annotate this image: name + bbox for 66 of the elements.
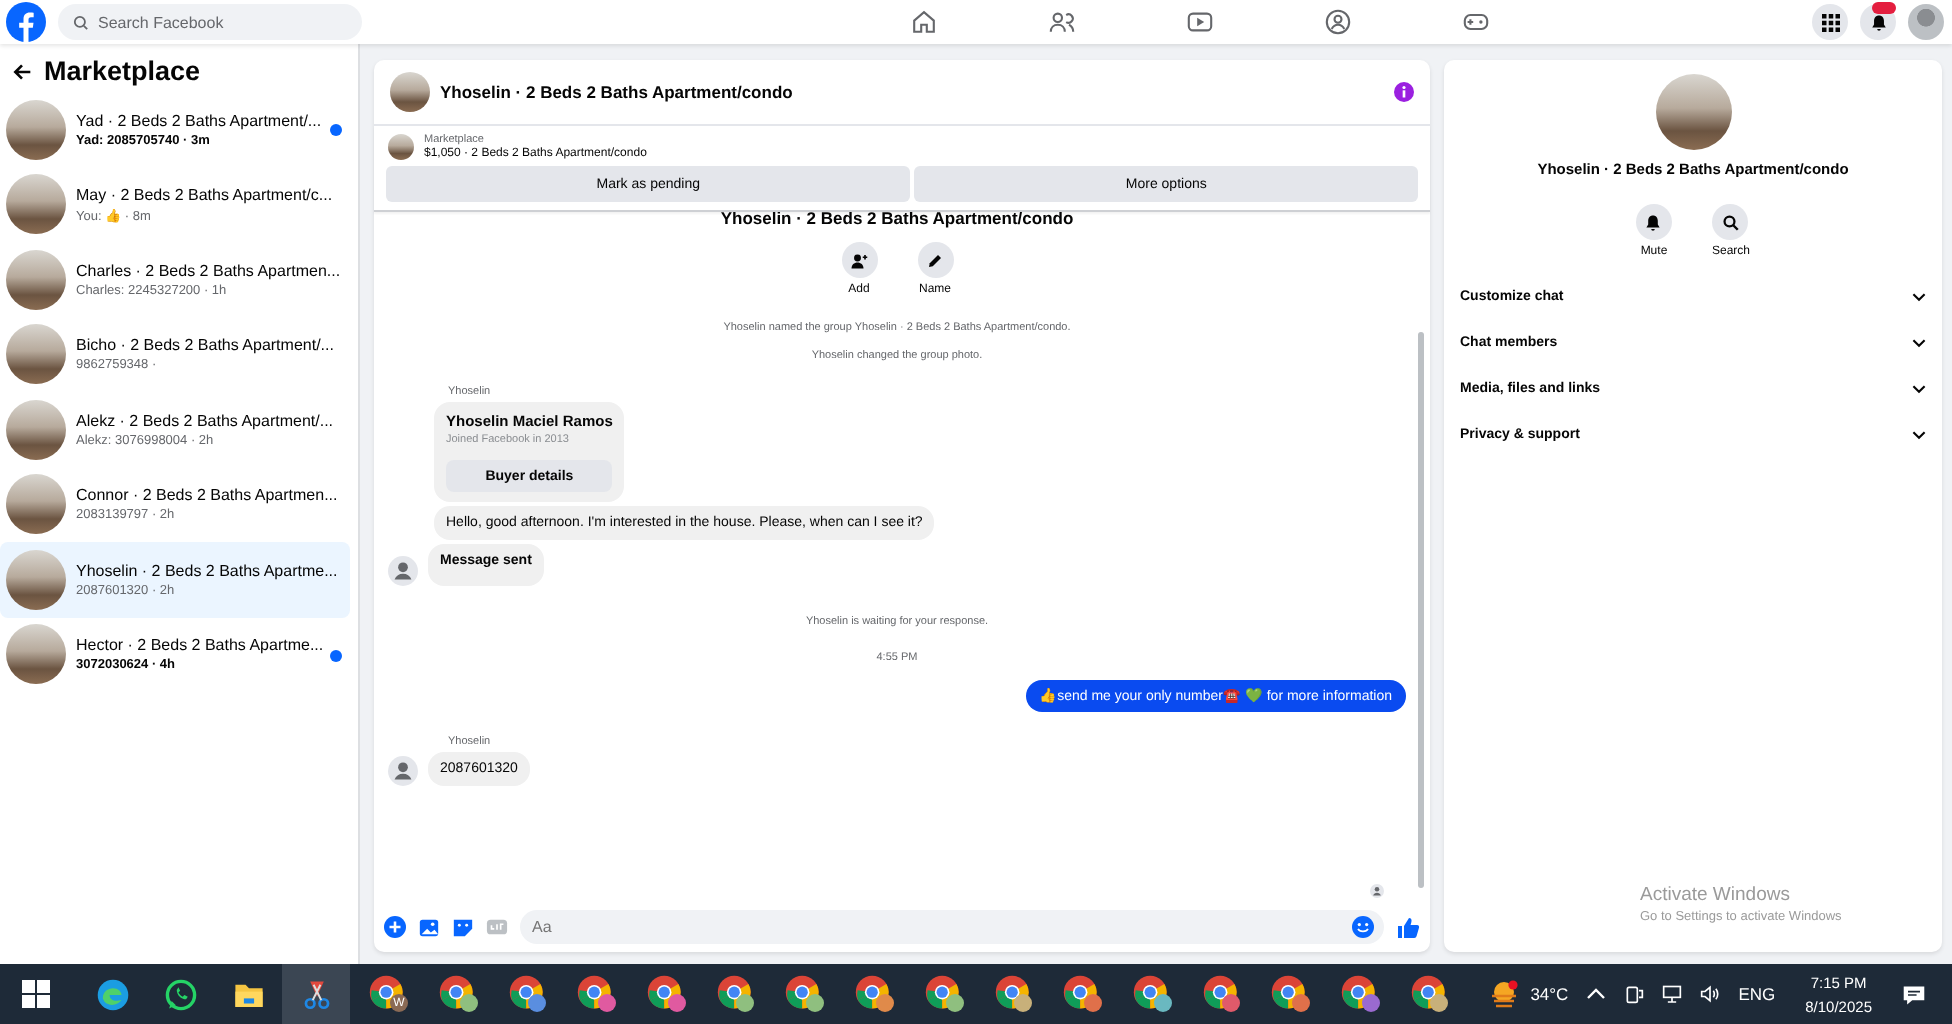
conversation-title: Hector · 2 Beds 2 Baths Apartme... — [76, 636, 324, 655]
weather-icon[interactable] — [1488, 980, 1521, 1008]
bell-icon — [1644, 213, 1663, 231]
search-icon — [72, 13, 90, 31]
profile-avatar[interactable] — [1908, 4, 1944, 40]
image-icon[interactable] — [418, 916, 440, 938]
photo-placeholder — [390, 72, 430, 112]
tablet-icon[interactable] — [1624, 984, 1645, 1004]
edge-browser-icon[interactable] — [95, 977, 129, 1011]
facebook-logo-icon[interactable] — [6, 2, 46, 42]
notification-center-icon[interactable] — [1902, 983, 1926, 1005]
chat-title: Yhoselin · 2 Beds 2 Baths Apartment/condo — [440, 82, 795, 102]
conversation-title: Charles · 2 Beds 2 Baths Apartmen... — [76, 261, 341, 280]
emoji-icon[interactable] — [1352, 916, 1374, 938]
search-button[interactable] — [1712, 204, 1749, 240]
language-indicator[interactable]: ENG — [1738, 984, 1776, 1004]
add-person-button[interactable] — [841, 242, 877, 278]
seen-avatar-icon — [1370, 884, 1384, 898]
sticker-icon[interactable] — [452, 916, 474, 938]
search-icon — [1721, 213, 1740, 231]
edit-name-button[interactable] — [917, 242, 953, 278]
thumbs-up-icon[interactable] — [1396, 915, 1420, 939]
conversation-title: Connor · 2 Beds 2 Baths Apartmen... — [76, 486, 338, 505]
scissors-icon — [299, 977, 333, 1011]
activation-title: Activate Windows — [1640, 884, 1792, 906]
grid-icon — [1821, 13, 1839, 31]
home-icon[interactable] — [909, 8, 937, 36]
back-arrow-icon[interactable] — [12, 61, 32, 81]
gaming-icon[interactable] — [1461, 8, 1489, 36]
photo-placeholder — [6, 474, 66, 535]
photo-placeholder — [6, 624, 66, 685]
sidebar-title: Marketplace — [44, 56, 201, 86]
groups-icon[interactable] — [1323, 8, 1351, 36]
photo-placeholder — [6, 249, 66, 310]
friends-icon[interactable] — [1047, 8, 1075, 36]
photo-placeholder — [6, 324, 66, 385]
scrollbar[interactable] — [1418, 332, 1424, 888]
add-person-icon — [850, 251, 868, 269]
conversation-title: Alekz · 2 Beds 2 Baths Apartment/... — [76, 411, 334, 430]
mute-button[interactable] — [1635, 204, 1672, 240]
pencil-icon — [926, 251, 944, 269]
conversation-title: May · 2 Beds 2 Baths Apartment/c... — [76, 185, 333, 204]
message-field[interactable]: Aa — [520, 910, 1384, 944]
group-heading: Yhoselin · 2 Beds 2 Baths Apartment/condo — [720, 212, 1074, 228]
search-field[interactable]: Search Facebook — [58, 4, 362, 40]
photo-placeholder — [6, 399, 66, 460]
speaker-icon[interactable] — [1700, 984, 1721, 1004]
conversation-title: Yad · 2 Beds 2 Baths Apartment/... — [76, 111, 322, 130]
plus-icon[interactable] — [384, 916, 406, 938]
photo-placeholder — [388, 134, 414, 160]
whatsapp-icon[interactable] — [163, 977, 197, 1011]
photo-placeholder — [1655, 74, 1731, 150]
photo-placeholder — [6, 549, 66, 610]
conversation-title: Bicho · 2 Beds 2 Baths Apartment/... — [76, 336, 334, 355]
info-icon[interactable] — [1394, 82, 1414, 102]
photo-placeholder — [6, 99, 66, 160]
temperature-text[interactable]: 34°C — [1530, 984, 1569, 1004]
conversation-title: Yhoselin · 2 Beds 2 Baths Apartme... — [76, 561, 338, 580]
photo-placeholder — [6, 174, 66, 235]
caret-up-icon[interactable] — [1586, 984, 1607, 1004]
taskbar-button[interactable] — [282, 964, 350, 1024]
network-icon[interactable] — [1662, 984, 1683, 1004]
bell-icon — [1869, 13, 1887, 31]
video-icon[interactable] — [1185, 8, 1213, 36]
menu-button[interactable] — [1812, 4, 1848, 40]
windows-start-icon[interactable] — [22, 980, 50, 1008]
